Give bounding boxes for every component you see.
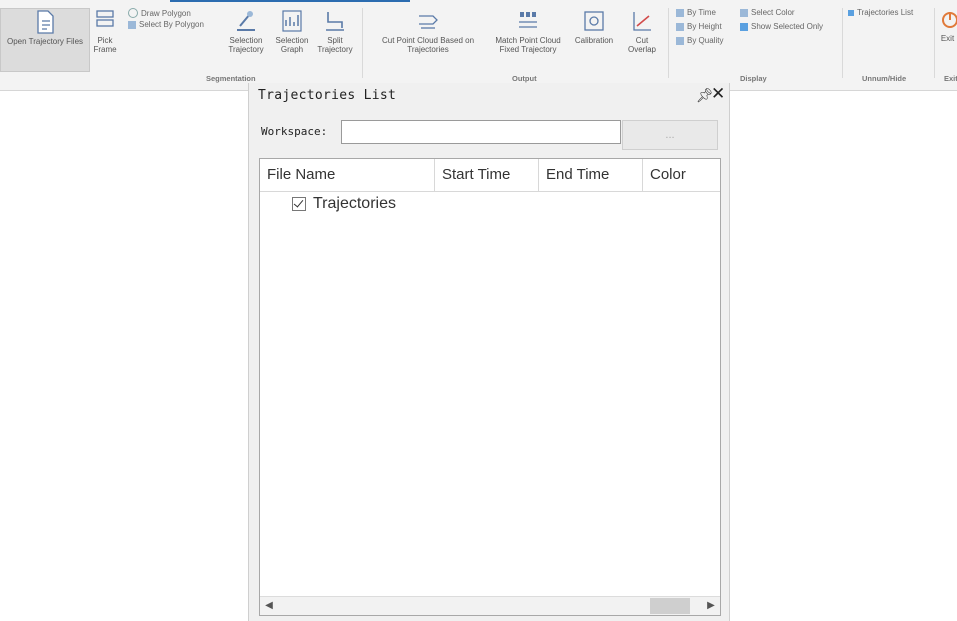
horizontal-scrollbar[interactable]: ◀ ▶ xyxy=(260,596,720,615)
tree-item[interactable]: Trajectories xyxy=(292,195,396,213)
pick-frame-label: Pick Frame xyxy=(93,36,117,54)
group-display: Display xyxy=(740,74,767,83)
cut-cloud-icon xyxy=(419,15,438,29)
group-segmentation: Segmentation xyxy=(206,74,256,83)
cut-overlap-icon xyxy=(633,12,651,31)
tree-item-label: Trajectories xyxy=(313,195,396,212)
open-trajectory-files-button[interactable]: Open Trajectory Files xyxy=(0,8,90,72)
scroll-track[interactable] xyxy=(280,600,650,612)
scroll-left-icon[interactable]: ◀ xyxy=(260,597,278,615)
cut-overlap-button[interactable]: Cut Overlap xyxy=(622,8,662,70)
workspace-label: Workspace: xyxy=(261,125,328,138)
checkbox[interactable] xyxy=(292,197,306,211)
select-color-item[interactable]: Select Color xyxy=(740,8,795,17)
calibration-icon xyxy=(584,11,604,31)
group-unnum-hide: Unnum/Hide xyxy=(862,74,907,83)
panel-title: Trajectories List xyxy=(258,88,397,103)
filter-icon xyxy=(740,22,748,31)
match-point-cloud-label: Match Point Cloud Fixed Trajectory xyxy=(495,36,561,54)
active-tab-indicator xyxy=(170,0,410,2)
color-icon xyxy=(740,8,748,17)
trajectories-list-item[interactable]: Trajectories List xyxy=(848,8,913,17)
group-exit: Exit xyxy=(944,74,957,83)
list-icon xyxy=(848,9,854,16)
by-height-label: By Height xyxy=(687,22,722,31)
show-selected-only-item[interactable]: Show Selected Only xyxy=(740,22,823,31)
exit-label: Exit xyxy=(940,34,955,43)
cut-point-cloud-label: Cut Point Cloud Based on Trajectories xyxy=(381,36,475,54)
split-trajectory-button[interactable]: Split Trajectory xyxy=(315,8,355,70)
cut-point-cloud-button[interactable]: Cut Point Cloud Based on Trajectories xyxy=(372,8,484,70)
by-height-item[interactable]: By Height xyxy=(676,22,722,31)
select-by-polygon-label: Select By Polygon xyxy=(139,20,204,29)
scroll-thumb[interactable] xyxy=(650,598,690,614)
select-color-label: Select Color xyxy=(751,8,795,17)
column-end-time[interactable]: End Time xyxy=(539,159,643,191)
ribbon-separator xyxy=(362,8,363,78)
cut-overlap-label: Cut Overlap xyxy=(627,36,656,54)
cursor-select-icon xyxy=(237,11,255,31)
scroll-right-icon[interactable]: ▶ xyxy=(702,597,720,615)
by-quality-item[interactable]: By Quality xyxy=(676,36,723,45)
ribbon-toolbar: Open Trajectory Files Pick Frame Draw Po… xyxy=(0,0,957,91)
column-start-time[interactable]: Start Time xyxy=(435,159,539,191)
by-quality-label: By Quality xyxy=(687,36,724,45)
selection-graph-button[interactable]: Selection Graph xyxy=(272,8,312,70)
close-icon[interactable]: ✕ xyxy=(711,84,725,104)
show-selected-only-label: Show Selected Only xyxy=(751,22,824,31)
group-output: Output xyxy=(512,74,537,83)
document-icon xyxy=(37,10,54,34)
ribbon-topline xyxy=(0,0,957,4)
height-icon xyxy=(676,22,684,31)
by-time-item[interactable]: By Time xyxy=(676,8,716,17)
tree-header: File Name Start Time End Time Color xyxy=(260,159,720,192)
polygon-icon xyxy=(128,8,138,18)
match-point-cloud-button[interactable]: Match Point Cloud Fixed Trajectory xyxy=(486,8,570,70)
frames-icon xyxy=(96,10,114,27)
by-time-label: By Time xyxy=(687,8,716,17)
select-by-polygon-item[interactable]: Select By Polygon xyxy=(128,20,204,29)
draw-polygon-label: Draw Polygon xyxy=(141,8,191,18)
open-trajectory-files-label: Open Trajectory Files xyxy=(6,37,84,46)
workspace-input[interactable] xyxy=(341,120,621,144)
graph-icon xyxy=(282,10,302,32)
trajectory-tree[interactable]: File Name Start Time End Time Color Traj… xyxy=(259,158,721,616)
power-icon xyxy=(942,12,957,28)
split-icon xyxy=(326,12,344,31)
column-color[interactable]: Color xyxy=(643,159,720,191)
selection-trajectory-button[interactable]: Selection Trajectory xyxy=(226,8,266,70)
time-icon xyxy=(676,8,684,17)
calibration-label: Calibration xyxy=(574,36,614,45)
selection-trajectory-label: Selection Trajectory xyxy=(228,36,264,54)
exit-button[interactable]: Exit xyxy=(938,8,957,70)
pick-frame-button[interactable]: Pick Frame xyxy=(90,8,120,70)
ribbon-separator xyxy=(934,8,935,78)
ribbon-separator xyxy=(668,8,669,78)
split-trajectory-label: Split Trajectory xyxy=(317,36,353,54)
browse-button[interactable]: ... xyxy=(622,120,718,150)
ribbon-separator xyxy=(842,8,843,78)
calibration-button[interactable]: Calibration xyxy=(572,8,616,70)
trajectories-list-label: Trajectories List xyxy=(857,8,914,17)
selection-graph-label: Selection Graph xyxy=(275,36,309,54)
polygon-select-icon xyxy=(128,20,136,29)
match-icon xyxy=(519,12,537,28)
column-file-name[interactable]: File Name xyxy=(260,159,435,191)
draw-polygon-item[interactable]: Draw Polygon xyxy=(128,8,191,18)
trajectories-list-panel: Trajectories List 📌︎ ✕ Workspace: ... Fi… xyxy=(248,83,730,621)
quality-icon xyxy=(676,36,684,45)
